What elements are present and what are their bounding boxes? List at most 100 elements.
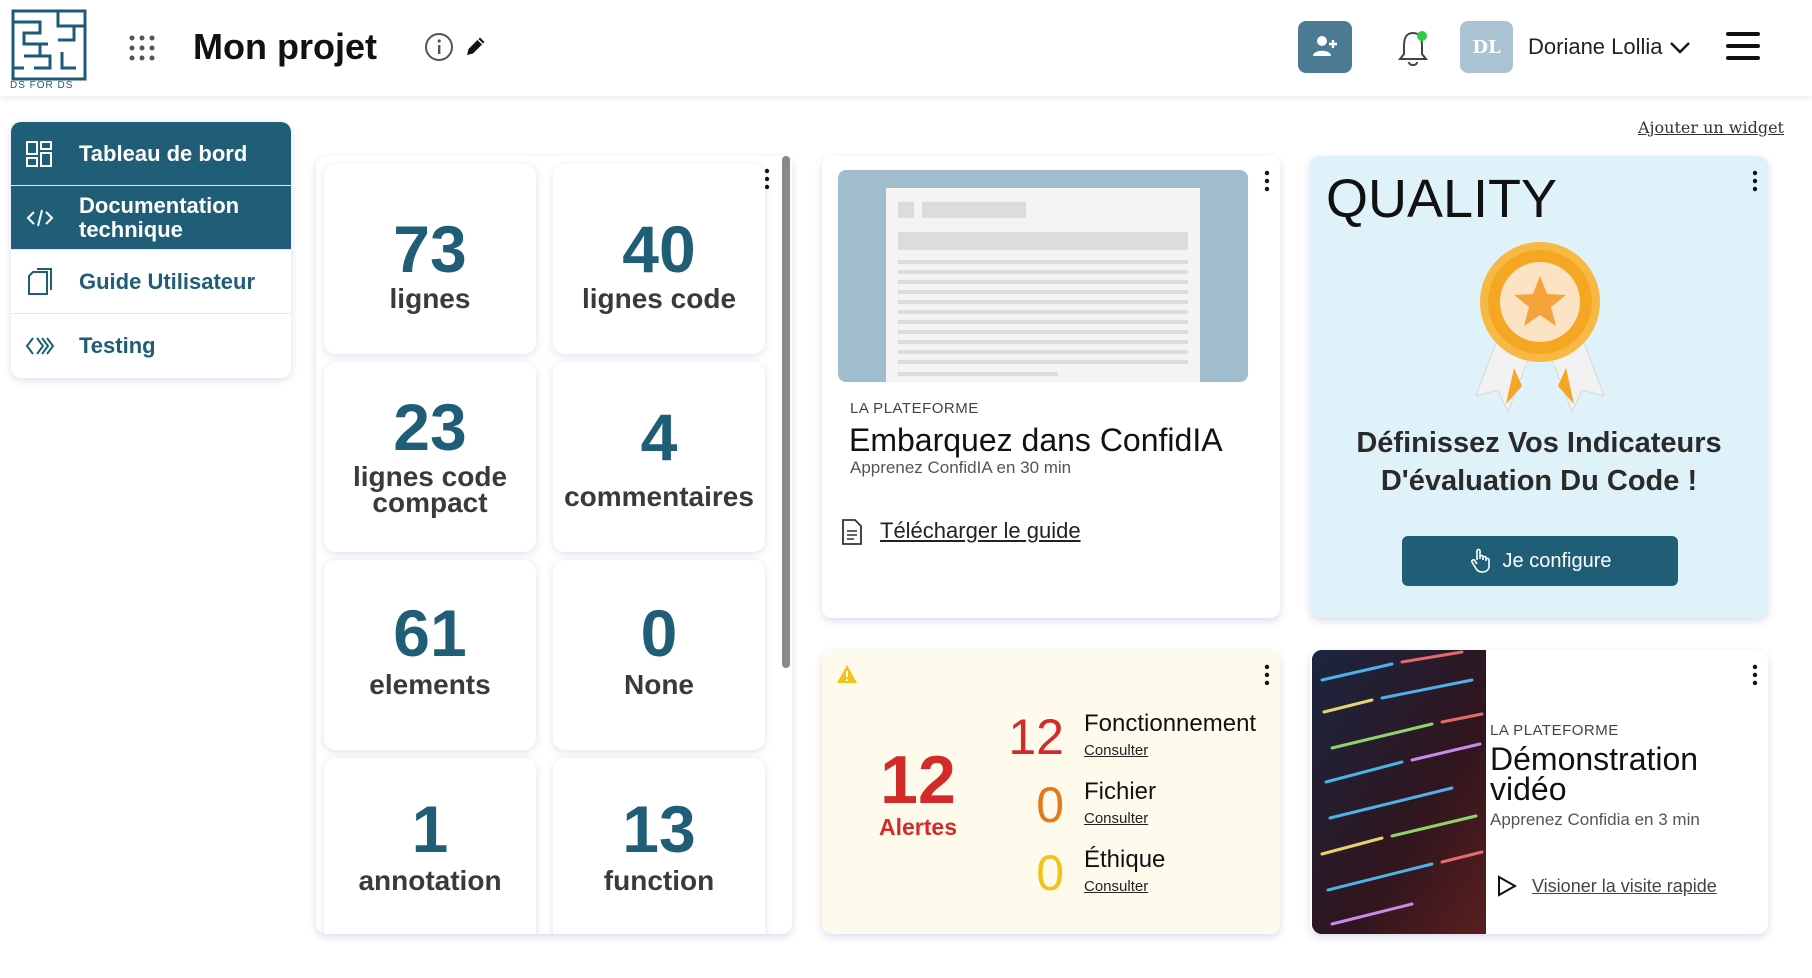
project-title: Mon projet: [193, 26, 377, 67]
code-screen-illustration: [1312, 650, 1486, 934]
sidebar-item-label: Documentation technique: [79, 192, 240, 242]
configure-button[interactable]: Je configure: [1402, 536, 1678, 586]
stat-value: 40: [622, 212, 696, 286]
stat-card: 73 lignes: [324, 164, 536, 354]
add-user-icon: [1313, 35, 1337, 56]
alert-count: 0: [1036, 845, 1064, 901]
stat-card: 1 annotation: [324, 758, 536, 934]
stat-label: annotation: [358, 865, 502, 896]
alert-row-ethique: 0 Éthique Consulter: [1008, 846, 1278, 906]
quality-text-line1: Définissez Vos Indicateurs: [1356, 427, 1722, 459]
video-title: Démonstration vidéo: [1490, 741, 1699, 807]
logo-text: DS FOR DS: [10, 80, 74, 91]
guide-widget: LA PLATEFORME Embarquez dans ConfidIA Ap…: [822, 156, 1280, 618]
stat-value: 13: [622, 792, 696, 866]
sidebar-item-label: Testing: [79, 333, 156, 358]
chevron-down-icon[interactable]: [1668, 40, 1692, 56]
alert-name: Fichier: [1084, 778, 1157, 805]
code-screen-image: [1312, 650, 1486, 934]
award-badge-icon: [1475, 242, 1605, 414]
stat-value: 0: [640, 596, 678, 670]
stats-scrollbar[interactable]: [782, 156, 790, 668]
watch-tour-link[interactable]: Visioner la visite rapide: [1532, 876, 1717, 897]
sidebar-nav: Tableau de bord Documentation technique …: [11, 122, 291, 378]
configure-button-label: Je configure: [1502, 549, 1612, 572]
stat-label: None: [624, 669, 694, 700]
more-options-icon[interactable]: [1262, 170, 1272, 192]
stat-value: 23: [393, 390, 467, 464]
video-title-line1: Démonstration: [1490, 741, 1699, 777]
document-icon: [28, 268, 52, 295]
stat-value: 4: [640, 400, 678, 474]
alert-count: 12: [1008, 709, 1064, 765]
alert-name: Fonctionnement: [1084, 710, 1257, 737]
stat-value: 61: [393, 596, 467, 670]
info-icon[interactable]: [424, 32, 454, 62]
dashboard-icon: [26, 141, 52, 167]
alert-name: Éthique: [1084, 846, 1166, 873]
alerts-widget: 12 Alertes 12 Fonctionnement Consulter 0…: [822, 650, 1280, 934]
quality-text-line2: D'évaluation Du Code !: [1380, 465, 1698, 497]
file-download-icon: [842, 519, 862, 545]
stat-card: 61 elements: [324, 560, 536, 750]
guide-subtitle: Apprenez ConfidIA en 30 min: [850, 458, 1072, 477]
stat-value: 73: [393, 212, 467, 286]
sidebar-item-label: Tableau de bord: [79, 140, 248, 166]
quality-title: QUALITY: [1326, 169, 1558, 229]
video-subtitle: Apprenez Confidia en 3 min: [1490, 810, 1700, 829]
add-user-button[interactable]: [1298, 21, 1352, 73]
video-widget: LA PLATEFORME Démonstration vidéo Appren…: [1310, 650, 1768, 934]
avatar[interactable]: DL: [1460, 21, 1513, 73]
sidebar-item-testing[interactable]: Testing: [11, 314, 291, 378]
alert-consult-link[interactable]: Consulter: [1084, 878, 1148, 895]
stat-label: commentaires: [564, 481, 754, 512]
stat-card: 23 lignes code compact: [324, 362, 536, 552]
app-header: DS FOR DS Mon projet DL Doriane Lollia: [0, 0, 1812, 96]
alerts-total-count: 12: [880, 742, 956, 818]
document-preview-icon: [886, 188, 1200, 382]
stat-label: function: [603, 865, 715, 896]
video-title-line2: vidéo: [1490, 771, 1567, 807]
alerts-total: 12 Alertes: [848, 746, 988, 841]
sidebar-item-label: Guide Utilisateur: [79, 268, 256, 294]
guide-title: Embarquez dans ConfidIA: [849, 422, 1223, 458]
warning-icon: [837, 665, 857, 683]
edit-pencil-icon[interactable]: [464, 34, 488, 58]
play-icon[interactable]: [1496, 874, 1518, 898]
apps-grid-icon[interactable]: [128, 34, 156, 62]
alert-row-fonctionnement: 12 Fonctionnement Consulter: [1008, 710, 1278, 770]
add-widget-link[interactable]: Ajouter un widget: [1638, 118, 1784, 137]
logo-icon[interactable]: [10, 4, 88, 90]
guide-preview-image: [838, 170, 1248, 382]
alert-consult-link[interactable]: Consulter: [1084, 742, 1148, 759]
guide-eyebrow: LA PLATEFORME: [850, 400, 979, 417]
alerts-total-label: Alertes: [879, 814, 957, 840]
stat-card: 0 None: [553, 560, 765, 750]
alert-row-fichier: 0 Fichier Consulter: [1008, 778, 1278, 838]
stat-card: 40 lignes code: [553, 164, 765, 354]
more-options-icon[interactable]: [1262, 664, 1272, 686]
alert-consult-link[interactable]: Consulter: [1084, 810, 1148, 827]
user-name[interactable]: Doriane Lollia: [1528, 34, 1663, 60]
stat-label: lignes: [389, 283, 471, 314]
more-options-icon[interactable]: [1750, 170, 1760, 192]
stat-label: lignes code: [581, 283, 737, 314]
stat-label: elements: [369, 669, 491, 700]
stat-label: lignes code compact: [352, 461, 508, 518]
more-options-icon[interactable]: [1750, 664, 1760, 686]
menu-hamburger-icon[interactable]: [1724, 28, 1762, 64]
video-eyebrow: LA PLATEFORME: [1490, 722, 1619, 739]
hand-pointer-icon: [1470, 548, 1490, 573]
quality-widget: QUALITY Définissez Vos Indicateurs D'éva…: [1310, 156, 1768, 618]
stat-card: 4 commentaires: [553, 362, 765, 552]
sidebar-item-documentation-technique[interactable]: Documentation technique: [11, 186, 291, 250]
download-guide-link[interactable]: Télécharger le guide: [880, 518, 1081, 544]
testing-icon: [25, 337, 55, 355]
stat-card: 13 function: [553, 758, 765, 934]
sidebar-item-tableau-de-bord[interactable]: Tableau de bord: [11, 122, 291, 186]
stat-value: 1: [411, 792, 449, 866]
notification-bell-icon[interactable]: [1394, 28, 1432, 68]
stats-widget: 73 lignes 40 lignes code 23 lignes code …: [316, 156, 792, 934]
sidebar-item-guide-utilisateur[interactable]: Guide Utilisateur: [11, 250, 291, 314]
quality-description: Définissez Vos Indicateurs D'évaluation …: [1310, 424, 1768, 500]
